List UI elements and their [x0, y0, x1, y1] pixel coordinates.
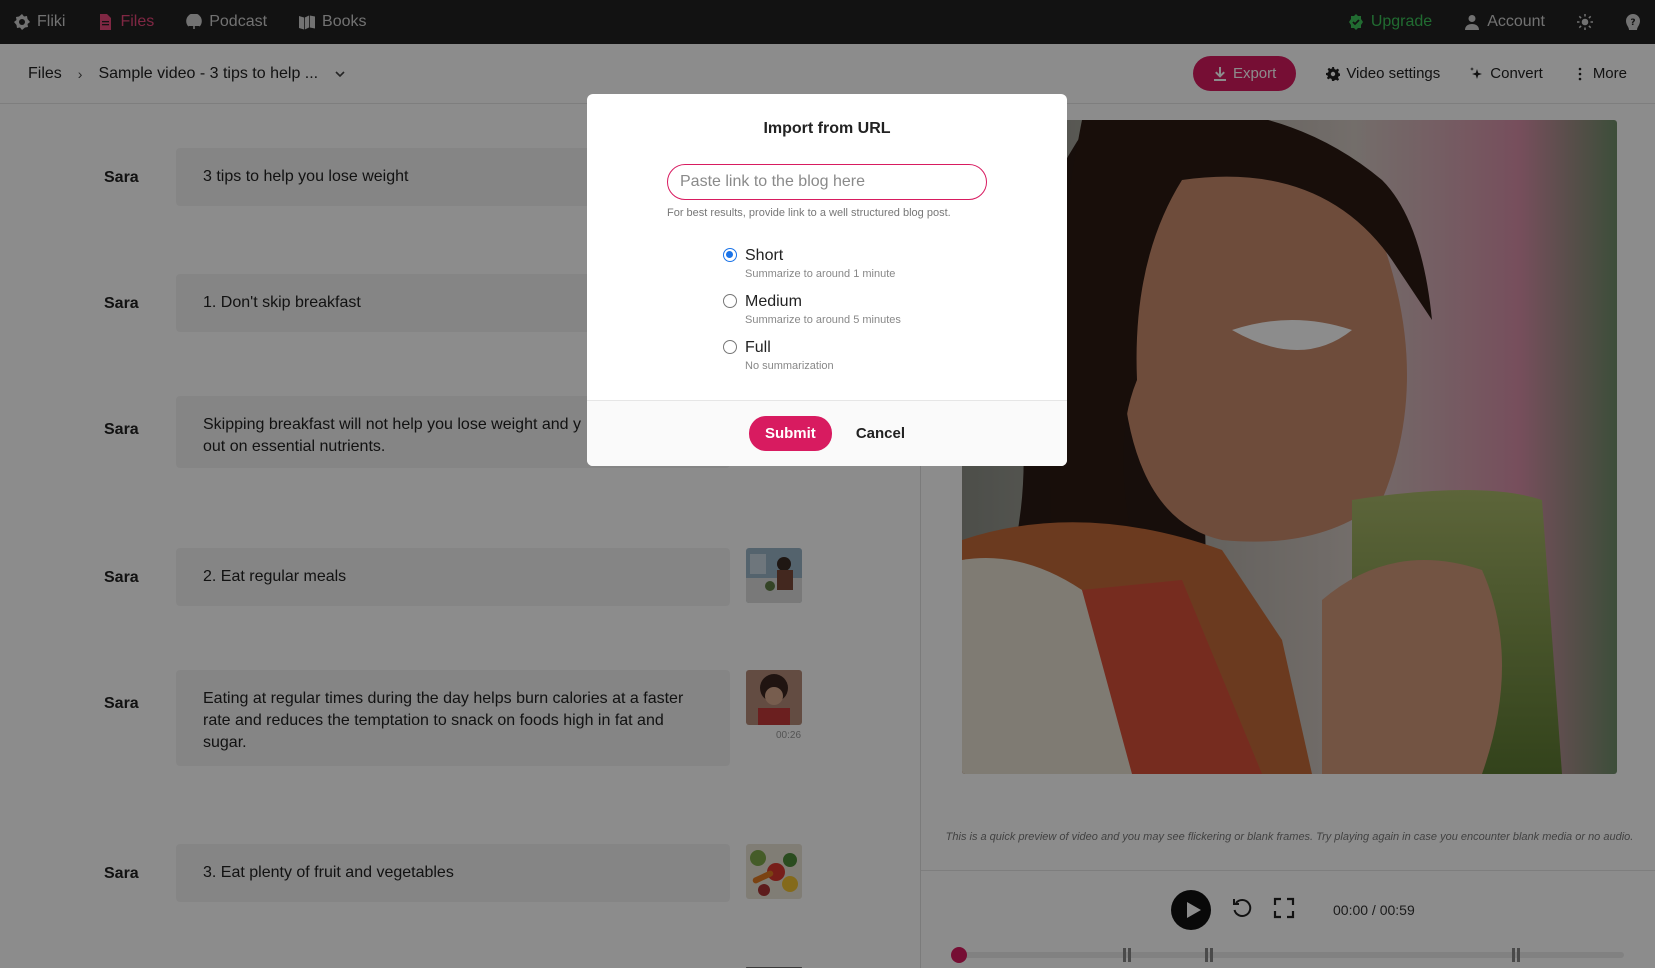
- option-medium[interactable]: Medium Summarize to around 5 minutes: [723, 292, 901, 326]
- radio-short[interactable]: [723, 248, 737, 262]
- submit-button[interactable]: Submit: [748, 416, 832, 451]
- cancel-button[interactable]: Cancel: [856, 425, 905, 442]
- option-full-description: No summarization: [745, 360, 834, 372]
- option-medium-description: Summarize to around 5 minutes: [745, 314, 901, 326]
- input-hint: For best results, provide link to a well…: [667, 207, 951, 219]
- option-full-label: Full: [745, 339, 771, 356]
- option-medium-label: Medium: [745, 293, 802, 310]
- import-from-url-dialog: Import from URL For best results, provid…: [587, 94, 1067, 466]
- option-full[interactable]: Full No summarization: [723, 338, 834, 372]
- radio-medium[interactable]: [723, 294, 737, 308]
- option-short[interactable]: Short Summarize to around 1 minute: [723, 246, 895, 280]
- dialog-footer: Submit Cancel: [587, 400, 1067, 466]
- option-short-label: Short: [745, 247, 784, 264]
- blog-url-input[interactable]: [667, 164, 987, 200]
- dialog-title: Import from URL: [763, 120, 891, 137]
- option-short-description: Summarize to around 1 minute: [745, 268, 896, 280]
- radio-full[interactable]: [723, 340, 737, 354]
